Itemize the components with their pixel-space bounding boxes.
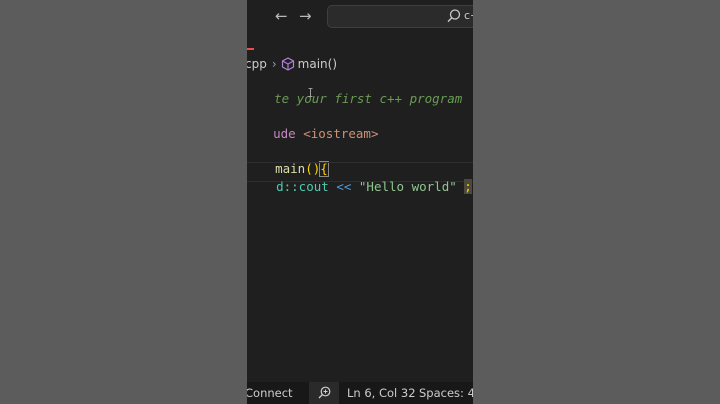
hello-world-string: "Hello world" [358,179,457,194]
stream-operator: << [328,179,359,194]
code-line-6[interactable]: d::cout << "Hello world" ; [247,163,472,211]
search-icon [447,9,461,23]
breadcrumb-symbol[interactable]: main() [298,57,337,71]
include-keyword: ude [273,126,296,141]
text-cursor-icon [308,88,313,97]
active-tab-indicator [247,48,254,50]
zoom-button[interactable] [309,382,339,404]
indentation-setting[interactable]: Spaces: 4 [419,386,473,400]
right-letterbox [473,0,720,404]
title-bar: ← → c+ [247,0,473,34]
semicolon: ; [464,179,472,194]
breadcrumb-file[interactable]: cpp [247,57,267,71]
left-letterbox [0,0,247,404]
command-center-search[interactable]: c+ [327,5,473,28]
remote-connect-status[interactable]: Connect [247,386,293,400]
comment-text: te your first c++ program [274,91,463,106]
chevron-right-icon: › [271,57,277,71]
search-text: c+ [464,9,473,22]
cursor-position[interactable]: Ln 6, Col 32 [347,386,416,400]
cube-icon [281,57,294,71]
cout-identifier: d::cout [276,179,329,194]
back-arrow-icon[interactable]: ← [275,8,288,24]
include-header: <iostream> [295,126,379,141]
forward-arrow-icon[interactable]: → [299,8,312,24]
status-bar: Connect Ln 6, Col 32 Spaces: 4 [247,382,473,404]
breadcrumb: cpp › main() [247,55,337,73]
zoom-in-icon [318,386,331,399]
editor-window: ← → c+ cpp › main() te your first c++ pr… [247,0,473,404]
